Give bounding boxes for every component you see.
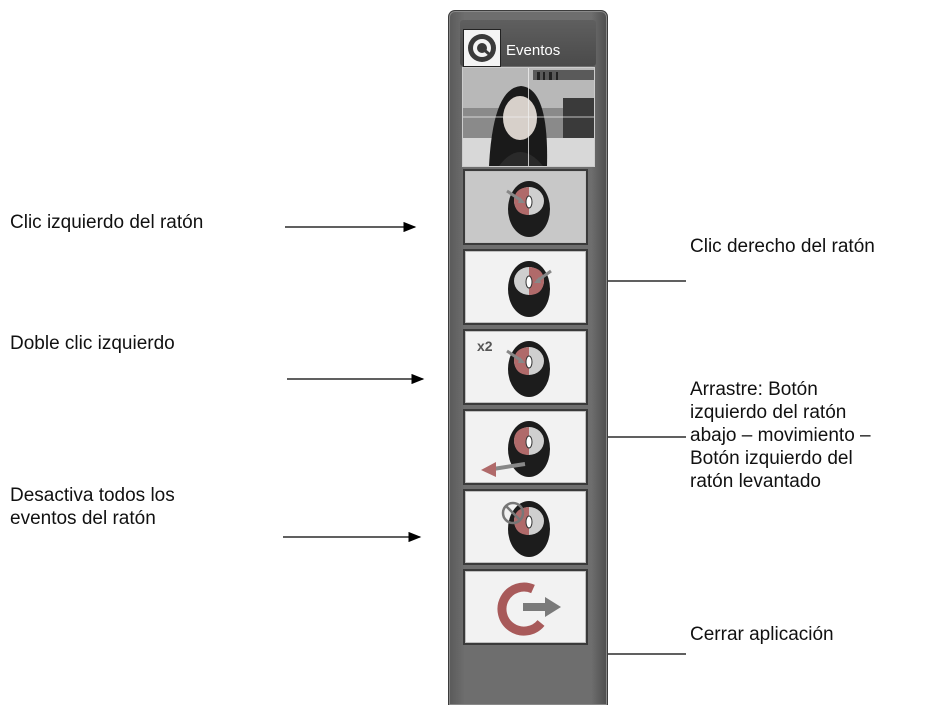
webcam-preview <box>462 67 595 167</box>
mouse-disable-icon <box>501 501 550 557</box>
events-toolbar: Eventos x2 <box>448 10 608 705</box>
mouse-right-click-icon <box>508 261 552 317</box>
mouse-left-click-icon <box>506 181 550 237</box>
right-click-button[interactable] <box>463 249 588 325</box>
mouse-drag-icon <box>481 421 550 477</box>
toolbar-title: Eventos <box>506 42 561 59</box>
left-click-button[interactable] <box>463 169 588 245</box>
app-logo-icon <box>463 29 501 67</box>
disable-events-button[interactable] <box>463 489 588 565</box>
mouse-double-click-icon: x2 <box>477 338 550 397</box>
double-click-button[interactable]: x2 <box>463 329 588 405</box>
double-click-badge: x2 <box>477 338 493 354</box>
close-app-button[interactable] <box>463 569 588 645</box>
power-exit-icon <box>497 582 561 636</box>
drag-button[interactable] <box>463 409 588 485</box>
